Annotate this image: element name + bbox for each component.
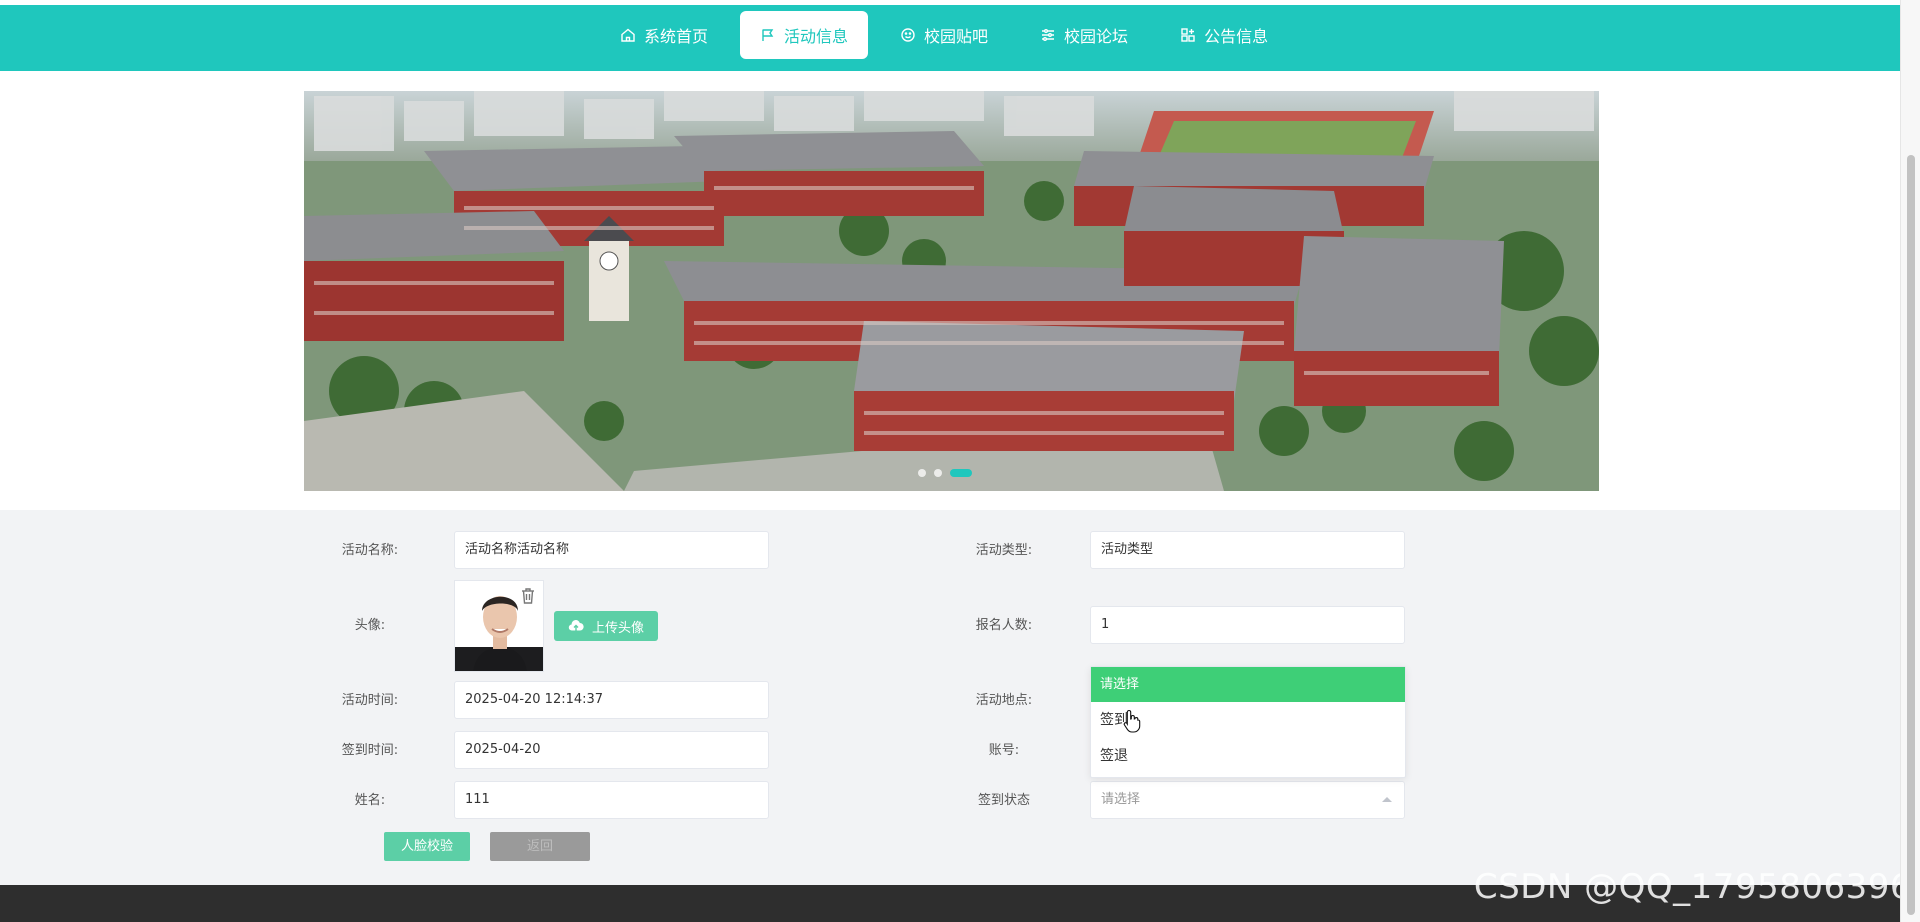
dropdown-option-placeholder[interactable]: 请选择 xyxy=(1091,667,1405,702)
top-navigation-bar: 系统首页 活动信息 校园贴吧 校园论坛 公告信息 xyxy=(0,0,1900,71)
nav-item-label: 校园论坛 xyxy=(1064,27,1129,46)
nav-item-label: 公告信息 xyxy=(1204,27,1269,46)
upload-avatar-label: 上传头像 xyxy=(591,620,644,636)
carousel-dots xyxy=(918,469,980,477)
activity-location-label: 活动地点: xyxy=(975,693,1033,708)
main-nav: 系统首页 活动信息 校园贴吧 校园论坛 公告信息 xyxy=(600,11,1300,59)
vertical-scrollbar[interactable] xyxy=(1900,0,1920,922)
hand-pointer-icon xyxy=(1123,709,1141,733)
nav-item-label: 校园贴吧 xyxy=(924,27,989,46)
grid-plus-icon xyxy=(1181,28,1195,42)
campus-banner-image[interactable] xyxy=(304,91,1599,491)
account-label: 账号: xyxy=(988,743,1020,758)
scrollbar-thumb[interactable] xyxy=(1907,155,1915,915)
back-button[interactable]: 返回 xyxy=(490,832,590,861)
watermark-text: CSDN @QQ_1795806396 xyxy=(1473,867,1912,907)
signup-count-label: 报名人数: xyxy=(975,618,1033,633)
carousel-dot[interactable] xyxy=(934,469,942,477)
face-verify-button[interactable]: 人脸校验 xyxy=(384,832,470,861)
nav-item-label: 系统首页 xyxy=(644,27,709,46)
nav-item-label: 活动信息 xyxy=(784,27,849,46)
checkin-time-input[interactable]: 2025-04-20 xyxy=(454,731,769,769)
activity-time-label: 活动时间: xyxy=(341,693,399,708)
checkin-status-label: 签到状态 xyxy=(977,793,1030,808)
activity-time-input[interactable]: 2025-04-20 12:14:37 xyxy=(454,681,769,719)
sliders-icon xyxy=(1042,29,1055,41)
nav-item-forum[interactable]: 校园论坛 xyxy=(1020,11,1148,59)
checkin-status-placeholder: 请选择 xyxy=(1101,792,1141,807)
upload-avatar-button[interactable]: 上传头像 xyxy=(554,611,658,641)
cloud-upload-icon xyxy=(568,620,584,632)
name-label: 姓名: xyxy=(354,793,386,808)
nav-item-home[interactable]: 系统首页 xyxy=(600,11,728,59)
signup-count-input[interactable]: 1 xyxy=(1090,606,1405,644)
carousel-dot[interactable] xyxy=(918,469,926,477)
nav-item-tieba[interactable]: 校园贴吧 xyxy=(880,11,1008,59)
avatar-label: 头像: xyxy=(354,618,386,633)
activity-type-label: 活动类型: xyxy=(975,543,1033,558)
activity-name-input[interactable]: 活动名称活动名称 xyxy=(454,531,769,569)
checkin-status-select[interactable]: 请选择 xyxy=(1090,781,1405,819)
name-input[interactable]: 111 xyxy=(454,781,769,819)
checkin-time-label: 签到时间: xyxy=(341,743,399,758)
flag-icon xyxy=(762,29,774,41)
nav-item-activity[interactable]: 活动信息 xyxy=(740,11,869,59)
home-icon xyxy=(621,28,635,42)
dropdown-option-checkout[interactable]: 签退 xyxy=(1091,738,1405,774)
campus-aerial-illustration xyxy=(304,91,1599,491)
banner-section xyxy=(0,71,1900,510)
activity-name-label: 活动名称: xyxy=(341,543,399,558)
nav-item-notice[interactable]: 公告信息 xyxy=(1160,11,1288,59)
carousel-dot-active[interactable] xyxy=(950,469,972,477)
activity-type-input[interactable]: 活动类型 xyxy=(1090,531,1405,569)
smile-icon xyxy=(901,28,915,42)
delete-avatar-icon[interactable] xyxy=(518,586,538,606)
nav-background: 系统首页 活动信息 校园贴吧 校园论坛 公告信息 xyxy=(0,5,1900,71)
caret-up-icon xyxy=(1382,797,1392,802)
